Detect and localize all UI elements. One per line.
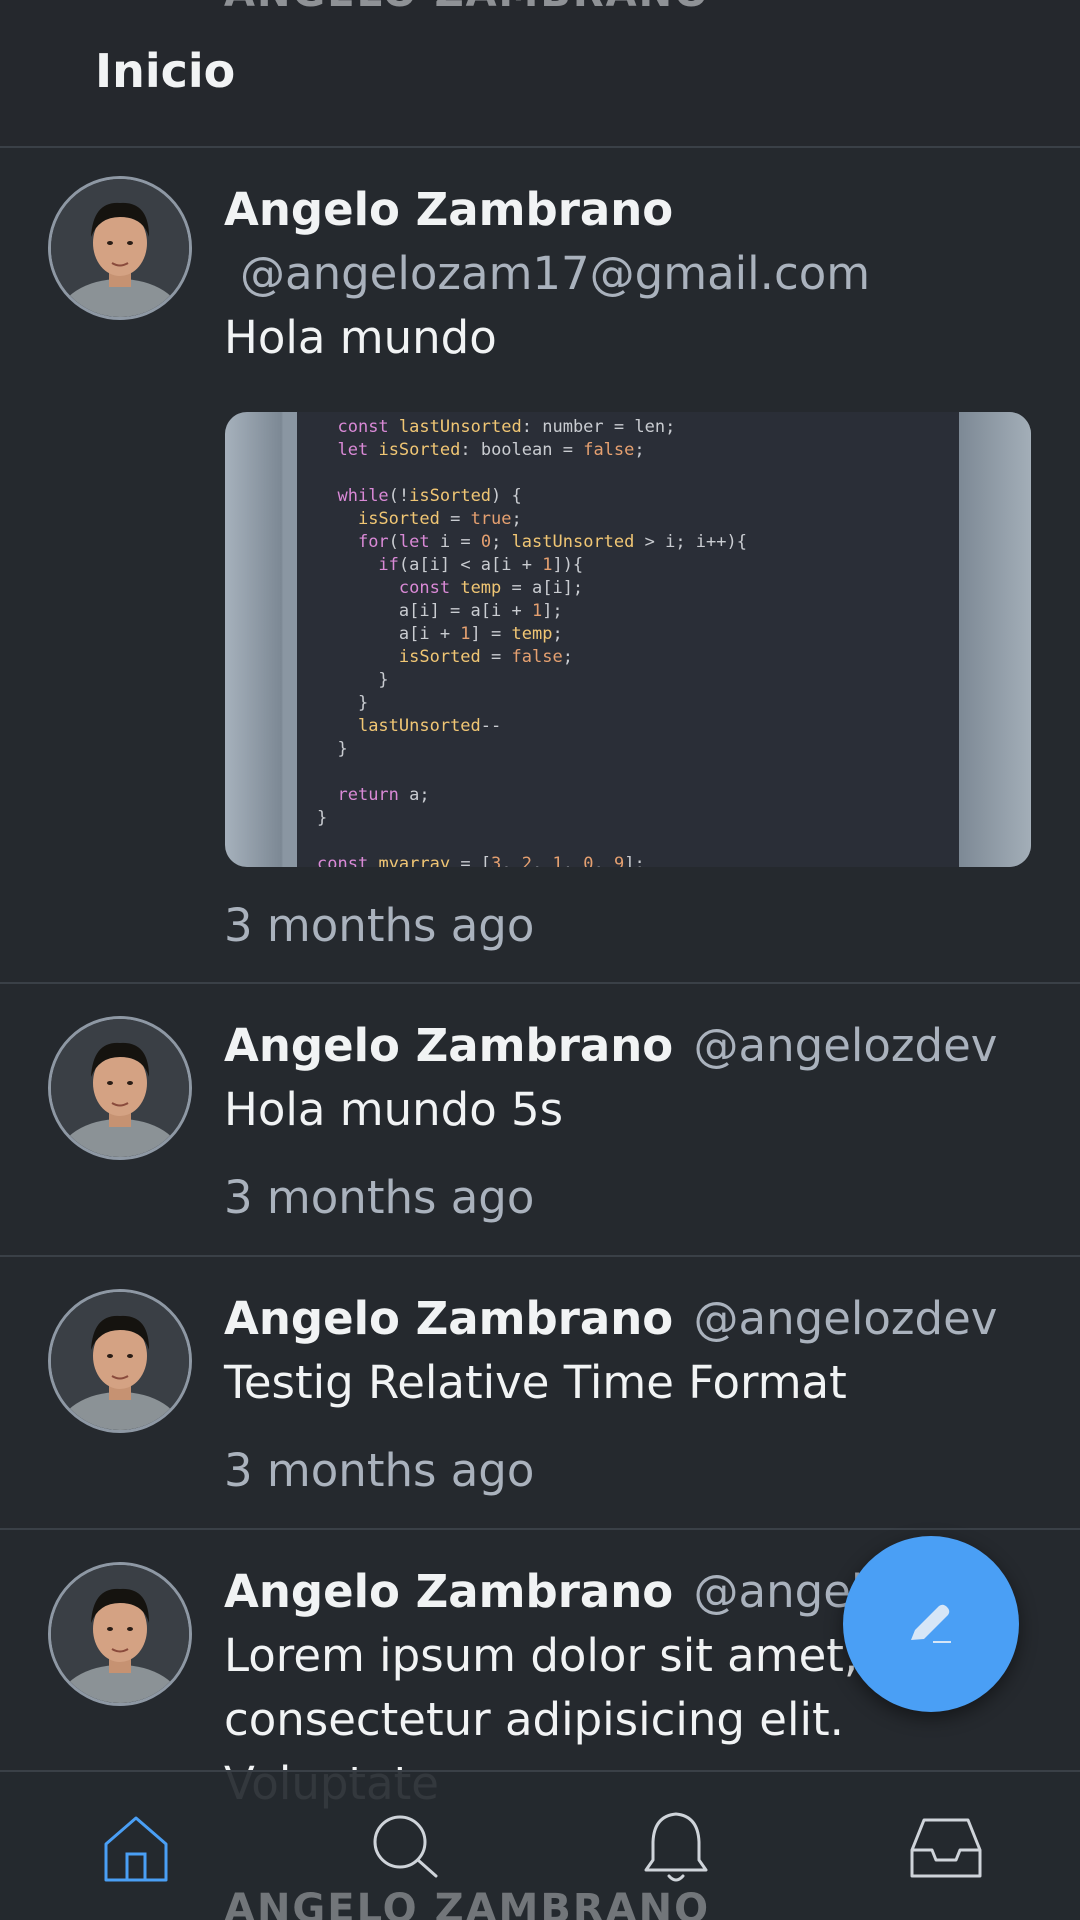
avatar-photo-icon bbox=[51, 1292, 189, 1430]
tweet-item[interactable]: Angelo Zambrano @angelozdev Testig Relat… bbox=[0, 1257, 1080, 1530]
home-icon bbox=[104, 1816, 168, 1882]
top-header: ANGELO ZAMBRANO Inicio bbox=[0, 0, 1080, 148]
code-line: lastUnsorted-- bbox=[357, 716, 502, 736]
search-icon bbox=[373, 1815, 438, 1878]
avatar[interactable] bbox=[48, 1016, 192, 1160]
code-line: isSorted = false; bbox=[398, 647, 573, 667]
avatar-photo-icon bbox=[51, 1019, 189, 1157]
pencil-icon bbox=[911, 1604, 951, 1643]
tweet-author-name[interactable]: Angelo Zambrano bbox=[224, 1292, 673, 1345]
nav-messages[interactable] bbox=[906, 1808, 986, 1888]
tweet-author-handle[interactable]: @angelozam17@gmail.com bbox=[224, 242, 1050, 306]
tweet-item[interactable]: Angelo Zambrano @angelozam17@gmail.com H… bbox=[0, 148, 1080, 984]
tweet-author-handle[interactable]: @angelozdev bbox=[694, 1292, 998, 1345]
scrolled-ghost-text: ANGELO ZAMBRANO bbox=[224, 1886, 711, 1920]
nav-home[interactable] bbox=[96, 1808, 176, 1888]
code-line: let isSorted: boolean = false; bbox=[337, 440, 645, 460]
tweet-author-handle[interactable]: @angelozdev bbox=[694, 1019, 998, 1072]
avatar[interactable] bbox=[48, 1289, 192, 1433]
code-line: } bbox=[317, 808, 328, 828]
nav-notifications[interactable] bbox=[636, 1808, 716, 1888]
bell-icon bbox=[644, 1812, 708, 1882]
nav-search[interactable] bbox=[366, 1808, 446, 1888]
code-line: } bbox=[317, 693, 369, 713]
code-screenshot: const lastUnsorted: number = len; let is… bbox=[297, 412, 960, 867]
code-line: } bbox=[317, 739, 348, 759]
tweet-image[interactable]: const lastUnsorted: number = len; let is… bbox=[225, 412, 1031, 867]
tweet-item[interactable]: Angelo Zambrano @angelozdev Hola mundo 5… bbox=[0, 984, 1080, 1257]
avatar[interactable] bbox=[48, 1562, 192, 1706]
tweet-text: Testig Relative Time Format bbox=[224, 1356, 847, 1409]
page-title: Inicio bbox=[95, 44, 236, 98]
code-line: for(let i = 0; lastUnsorted > i; i++){ bbox=[357, 532, 747, 552]
tweet-text: Hola mundo 5s bbox=[224, 1083, 564, 1136]
tweet-timestamp: 3 months ago bbox=[224, 1444, 535, 1497]
tweet-author-name[interactable]: Angelo Zambrano bbox=[224, 1019, 673, 1072]
code-line: a[i] = a[i + 1]; bbox=[317, 601, 563, 621]
app-screen: ANGELO ZAMBRANO Inicio Angelo Zambrano bbox=[0, 0, 1080, 1920]
avatar[interactable] bbox=[48, 176, 192, 320]
code-line: return a; bbox=[337, 785, 430, 805]
compose-tweet-button[interactable] bbox=[843, 1536, 1019, 1712]
inbox-icon bbox=[910, 1818, 982, 1878]
tweet-author-name[interactable]: Angelo Zambrano bbox=[224, 178, 1050, 242]
tweet-author-name[interactable]: Angelo Zambrano bbox=[224, 1565, 673, 1618]
tweet-timestamp: 3 months ago bbox=[224, 1171, 535, 1224]
code-line: const lastUnsorted: number = len; bbox=[337, 417, 676, 437]
code-line: const myarray = [3, 2, 1, 0, 9]; bbox=[317, 854, 645, 867]
code-line: if(a[i] < a[i + 1]){ bbox=[378, 555, 584, 575]
scrolled-ghost-text: ANGELO ZAMBRANO bbox=[224, 0, 710, 16]
tweet-text: Hola mundo bbox=[224, 311, 497, 364]
code-line: } bbox=[317, 670, 389, 690]
code-line: a[i + 1] = temp; bbox=[317, 624, 563, 644]
tweet-timestamp: 3 months ago bbox=[224, 899, 535, 952]
avatar-photo-icon bbox=[51, 179, 189, 317]
code-line: while(!isSorted) { bbox=[337, 486, 522, 506]
avatar-photo-icon bbox=[51, 1565, 189, 1703]
code-line: const temp = a[i]; bbox=[398, 578, 584, 598]
code-line: isSorted = true; bbox=[357, 509, 522, 529]
